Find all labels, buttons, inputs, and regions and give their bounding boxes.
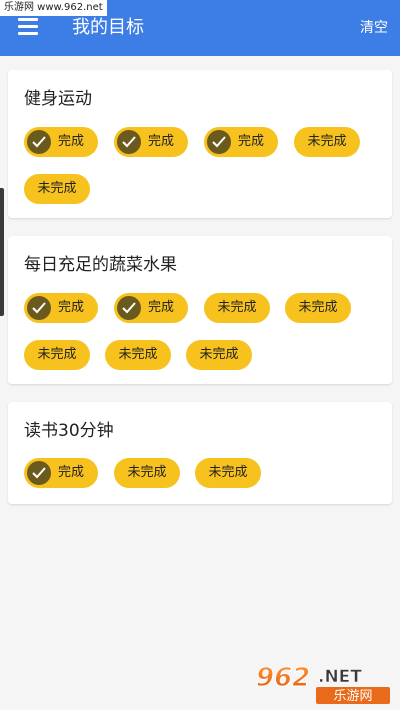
status-chip-todo[interactable]: 未完成 — [294, 127, 360, 157]
status-chip-todo[interactable]: 未完成 — [204, 293, 270, 323]
chip-label: 完成 — [238, 134, 265, 149]
chip-label: 完成 — [58, 300, 85, 315]
chip-label: 完成 — [58, 134, 85, 149]
check-icon — [117, 130, 141, 154]
check-icon — [207, 130, 231, 154]
watermark-text: 乐游网 www.962.net — [0, 0, 107, 16]
svg-text:962: 962 — [256, 663, 310, 693]
status-chip-todo[interactable]: 未完成 — [24, 340, 90, 370]
status-chip-todo[interactable]: 未完成 — [24, 174, 90, 204]
status-chip-done[interactable]: 完成 — [24, 458, 98, 488]
goal-title: 每日充足的蔬菜水果 — [24, 255, 177, 275]
check-icon — [117, 296, 141, 320]
chip-label: 完成 — [148, 300, 175, 315]
status-chip-todo[interactable]: 未完成 — [186, 340, 252, 370]
svg-text:.NET: .NET — [318, 667, 362, 687]
status-chip-done[interactable]: 完成 — [114, 293, 188, 323]
menu-icon[interactable] — [18, 18, 38, 35]
status-chip-done[interactable]: 完成 — [24, 293, 98, 323]
page-title: 我的目标 — [72, 17, 144, 38]
goal-title: 健身运动 — [24, 89, 92, 109]
goal-card: 每日充足的蔬菜水果 完成 完成 未完成 未完成 未完成 未完成 未完成 — [8, 236, 392, 384]
check-icon — [27, 461, 51, 485]
goal-title: 读书30分钟 — [24, 421, 114, 441]
status-chip-done[interactable]: 完成 — [24, 127, 98, 157]
watermark-logo: 962 .NET 乐游网 — [252, 656, 394, 706]
screen: 我的目标 清空 乐游网 www.962.net 健身运动 完成 完成 完成 未完… — [0, 0, 400, 710]
check-icon — [27, 296, 51, 320]
status-chip-todo[interactable]: 未完成 — [285, 293, 351, 323]
svg-text:乐游网: 乐游网 — [333, 689, 372, 704]
goal-card: 健身运动 完成 完成 完成 未完成 未完成 — [8, 70, 392, 218]
status-chip-done[interactable]: 完成 — [114, 127, 188, 157]
status-chip-todo[interactable]: 未完成 — [105, 340, 171, 370]
goal-card: 读书30分钟 完成 未完成 未完成 — [8, 402, 392, 504]
scroll-indicator — [0, 188, 4, 316]
chip-label: 完成 — [148, 134, 175, 149]
status-chip-done[interactable]: 完成 — [204, 127, 278, 157]
chip-label: 完成 — [58, 465, 85, 480]
status-chip-todo[interactable]: 未完成 — [195, 458, 261, 488]
check-icon — [27, 130, 51, 154]
status-chip-todo[interactable]: 未完成 — [114, 458, 180, 488]
clear-button[interactable]: 清空 — [360, 18, 388, 38]
